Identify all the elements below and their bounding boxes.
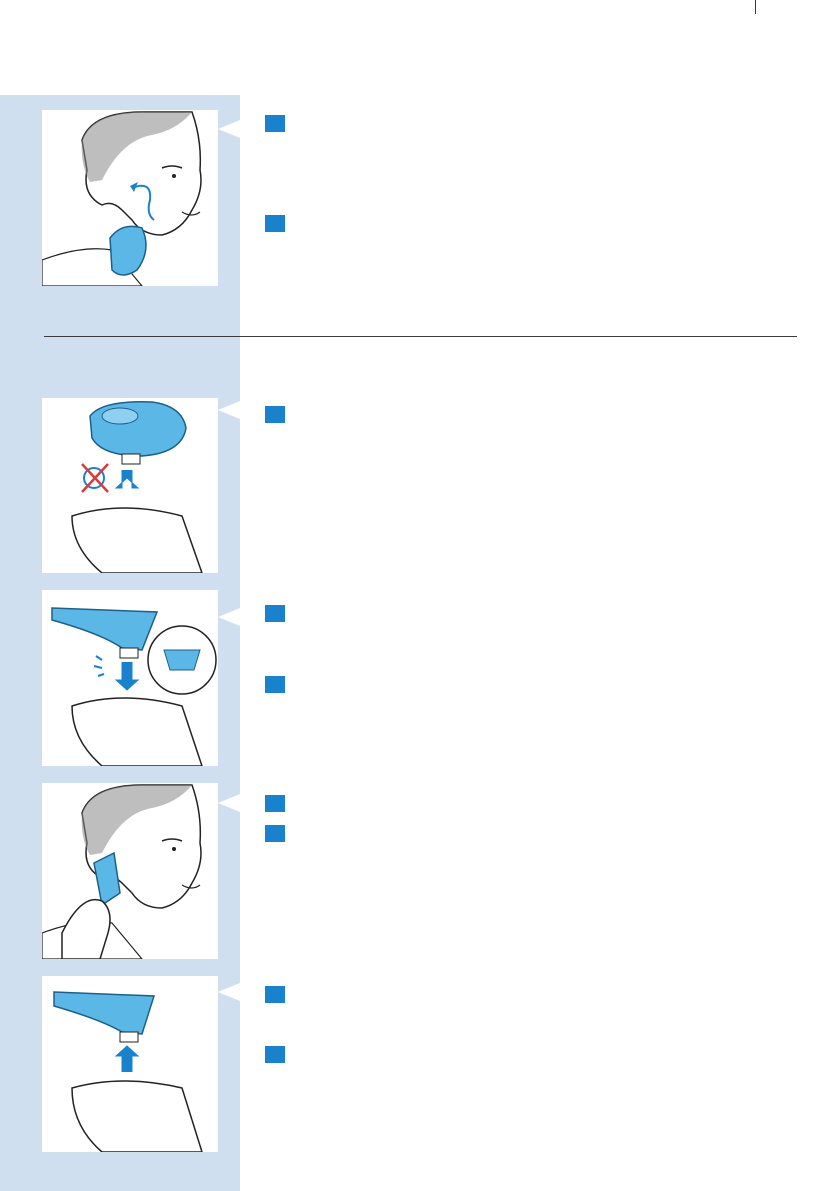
man-styling-sideburns-icon — [42, 784, 202, 959]
step-marker — [265, 825, 285, 842]
crop-mark — [755, 0, 756, 14]
callout-pointer — [218, 608, 240, 626]
illustration-styling-face — [42, 783, 218, 959]
step-marker — [265, 676, 285, 693]
styler-attachment-icon — [51, 607, 217, 766]
illustration-shaving-face — [42, 110, 218, 286]
styler-removal-icon — [53, 991, 203, 1152]
callout-pointer — [218, 794, 240, 812]
shaving-unit-removal-icon — [71, 401, 203, 573]
callout-pointer — [218, 983, 240, 1001]
step-marker — [265, 406, 285, 423]
section-divider — [44, 336, 797, 337]
step-marker — [265, 605, 285, 622]
illustration-styler-remove — [42, 976, 218, 1152]
illustration-unit-removal — [42, 398, 218, 573]
step-marker — [265, 1046, 285, 1063]
step-marker — [265, 986, 285, 1003]
step-marker — [265, 115, 285, 132]
step-marker — [265, 795, 285, 812]
step-marker — [265, 215, 285, 232]
man-shaving-circular-motion-icon — [42, 111, 202, 286]
illustration-styler-attach — [42, 590, 218, 766]
callout-pointer — [218, 120, 240, 138]
callout-pointer — [218, 401, 240, 419]
